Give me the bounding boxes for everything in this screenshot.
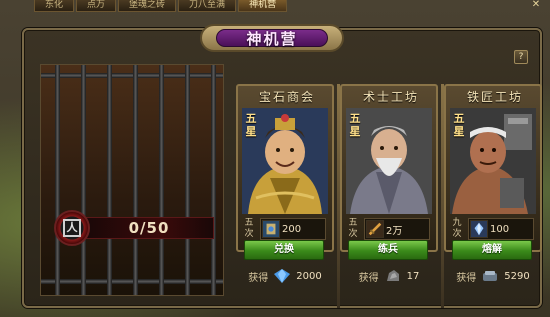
stock-row: 五次 200 [238, 218, 332, 240]
cage-bar [107, 65, 112, 295]
prisoner-count: 0/50 [128, 219, 170, 237]
cage-bar [159, 65, 164, 295]
cage-bar [81, 65, 86, 295]
close-icon[interactable]: ✕ [528, 0, 544, 12]
card-title: 铁匠工坊 [466, 90, 523, 104]
stock-row: 五次 2万 [342, 218, 436, 240]
ore-icon [386, 270, 399, 281]
help-button[interactable]: ? [514, 50, 528, 64]
iron-icon [483, 271, 498, 281]
card-gem-guild: 宝石商会 五星 五次 200 兑换 获得 2000 [236, 84, 334, 308]
tab-2[interactable]: 点万 [76, 0, 117, 12]
prisoner-counter: 0/50 人 [54, 210, 218, 246]
smelt-button[interactable]: 熔解 [452, 240, 532, 260]
title-plate: 神机营 [200, 24, 344, 52]
tab-1[interactable]: 东化 [34, 0, 75, 12]
card-warlock-workshop: 术士工坊 五星 五次 2万 练兵 获得 17 [340, 84, 438, 308]
card-title: 宝石商会 [258, 90, 315, 104]
window-title: 神机营 [246, 29, 298, 48]
tab-4[interactable]: 刀八至满 [178, 0, 237, 12]
cage-bar [133, 65, 138, 295]
crystal-icon [470, 220, 488, 238]
top-tab-bar: 东化 点万 堡魂之砖 刀八至满 神机营 [0, 0, 550, 12]
shenjiying-window: 神机营 ? 0/50 人 宝石商会 五星 五次 200 兑换 获得 2000 术… [22, 24, 542, 308]
cage-bar [55, 65, 60, 295]
cage-bar [211, 65, 216, 295]
prison-cage [40, 64, 224, 296]
card-title: 术士工坊 [362, 90, 419, 104]
tab-shenjiying[interactable]: 神机营 [238, 0, 288, 12]
stock-row: 九次 100 [446, 218, 540, 240]
tab-3[interactable]: 堡魂之砖 [118, 0, 177, 12]
tier-label: 五星 [349, 112, 361, 138]
yield-row: 获得 2000 [248, 269, 322, 284]
yield-row: 获得 5290 [456, 270, 530, 284]
cage-bar [41, 279, 223, 284]
card-blacksmith-workshop: 铁匠工坊 五星 九次 100 熔解 获得 5290 [444, 84, 542, 308]
cage-bar [185, 65, 190, 295]
blue-gem-icon [274, 269, 291, 283]
tier-label: 五星 [453, 112, 465, 138]
exchange-button[interactable]: 兑换 [244, 240, 324, 260]
tier-label: 五星 [245, 112, 257, 138]
prisoner-icon: 人 [54, 210, 90, 246]
gem-scroll-icon [262, 220, 280, 238]
cage-bar [41, 73, 223, 78]
train-button[interactable]: 练兵 [348, 240, 428, 260]
yield-row: 获得 17 [358, 270, 420, 284]
sword-icon [366, 220, 384, 238]
